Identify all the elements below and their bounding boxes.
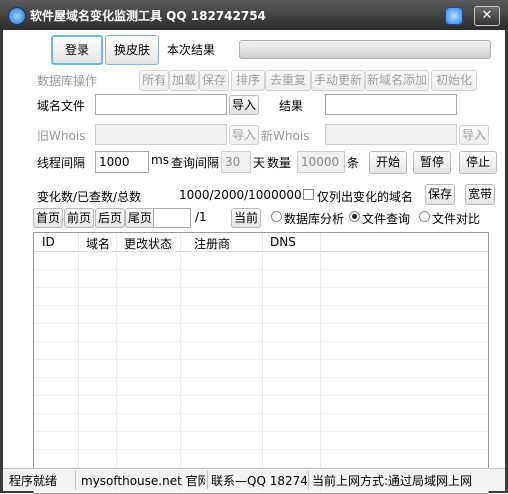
column-header-registrar[interactable]: 注册商 xyxy=(194,235,230,252)
first-page-button[interactable]: 首页 xyxy=(33,208,63,228)
column-divider xyxy=(78,233,79,493)
status-separator xyxy=(308,471,309,489)
row-divider xyxy=(34,305,488,306)
status-separator xyxy=(75,471,76,489)
login-button[interactable]: 登录 xyxy=(51,35,103,65)
mode-file-query-label[interactable]: 文件查询 xyxy=(362,210,410,227)
mode-file-query-radio[interactable] xyxy=(349,211,360,222)
table-header: ID 域名 更改状态 注册商 DNS xyxy=(34,233,488,252)
only-changed-checkbox[interactable] xyxy=(303,189,314,200)
domain-file-label: 域名文件 xyxy=(37,99,86,113)
ms-unit-label: ms xyxy=(151,153,169,167)
count-unit-label: 条 xyxy=(347,156,360,170)
column-header-id[interactable]: ID xyxy=(42,235,55,249)
summary-label: 变化数/已查数/总数 xyxy=(37,190,142,204)
prev-page-button[interactable]: 前页 xyxy=(64,208,94,228)
status-network: 当前上网方式:通过局域网上网 xyxy=(312,474,473,488)
db-all-button[interactable]: 所有 xyxy=(139,70,169,91)
old-whois-label: 旧Whois xyxy=(37,129,86,143)
db-init-button[interactable]: 初始化 xyxy=(431,70,477,91)
current-result-label: 本次结果 xyxy=(167,43,216,57)
close-button[interactable]: ✕ xyxy=(474,6,500,26)
thread-interval-input[interactable]: 1000 xyxy=(95,151,149,173)
status-contact: 联系—QQ 182742754 xyxy=(211,474,307,488)
db-sort-button[interactable]: 排序 xyxy=(231,70,265,91)
row-divider xyxy=(34,431,488,432)
app-window: 软件屋域名变化监测工具 QQ 182742754 ✕ 登录 换皮肤 本次结果 数… xyxy=(0,0,508,494)
row-divider xyxy=(34,395,488,396)
wide-button[interactable]: 宽带 xyxy=(465,184,495,205)
mode-file-compare-label[interactable]: 文件对比 xyxy=(432,210,480,227)
old-whois-input[interactable] xyxy=(95,124,227,145)
new-whois-import-button[interactable]: 导入 xyxy=(459,125,489,145)
skin-icon[interactable] xyxy=(445,7,463,25)
window-title: 软件屋域名变化监测工具 QQ 182742754 xyxy=(30,9,266,23)
title-bar: 软件屋域名变化监测工具 QQ 182742754 ✕ xyxy=(0,0,508,30)
status-bar: 程序就绪 mysofthouse.net 官网 联系—QQ 182742754 … xyxy=(3,468,505,491)
pause-button[interactable]: 暂停 xyxy=(413,151,451,174)
db-dedupe-button[interactable]: 去重复 xyxy=(265,70,311,91)
result-label: 结果 xyxy=(279,99,304,113)
stats-save-button[interactable]: 保存 xyxy=(425,184,455,205)
row-divider xyxy=(34,377,488,378)
column-divider xyxy=(320,233,321,493)
mode-file-compare-radio[interactable] xyxy=(419,211,430,222)
results-table[interactable]: ID 域名 更改状态 注册商 DNS xyxy=(33,232,489,494)
column-header-dns[interactable]: DNS xyxy=(270,235,296,249)
query-interval-input[interactable]: 30 xyxy=(221,151,251,173)
row-divider xyxy=(34,413,488,414)
db-section-label: 数据库操作 xyxy=(37,74,98,88)
column-header-change-status[interactable]: 更改状态 xyxy=(124,235,172,252)
next-page-button[interactable]: 后页 xyxy=(95,208,125,228)
status-ready: 程序就绪 xyxy=(9,474,58,488)
old-whois-import-button[interactable]: 导入 xyxy=(229,125,259,145)
count-label: 数量 xyxy=(267,156,292,170)
row-divider xyxy=(34,359,488,360)
count-input[interactable]: 10000 xyxy=(297,151,345,173)
only-changed-label[interactable]: 仅列出变化的域名 xyxy=(317,188,413,205)
column-divider xyxy=(116,233,117,493)
last-page-button[interactable]: 尾页 xyxy=(125,208,155,228)
domain-file-import-button[interactable]: 导入 xyxy=(229,95,259,115)
mode-db-analysis-radio[interactable] xyxy=(271,211,282,222)
db-save-button[interactable]: 保存 xyxy=(199,70,229,91)
stop-button[interactable]: 停止 xyxy=(459,151,497,174)
goto-current-button[interactable]: 当前 xyxy=(231,208,261,228)
summary-value: 1000/2000/1000000 xyxy=(179,188,302,202)
db-add-domain-button[interactable]: 新域名添加 xyxy=(365,70,429,91)
row-divider xyxy=(34,287,488,288)
start-button[interactable]: 开始 xyxy=(369,151,407,174)
app-logo-icon xyxy=(8,7,26,25)
db-load-button[interactable]: 加载 xyxy=(169,70,199,91)
row-divider xyxy=(34,341,488,342)
page-number-input[interactable] xyxy=(153,208,191,228)
row-divider xyxy=(34,269,488,270)
status-site-link[interactable]: mysofthouse.net 官网 xyxy=(81,472,205,489)
db-manual-update-button[interactable]: 手动更新 xyxy=(311,70,365,91)
result-input[interactable] xyxy=(325,94,457,115)
progress-bar xyxy=(239,40,491,59)
status-separator xyxy=(207,471,208,489)
domain-file-input[interactable] xyxy=(95,94,227,115)
new-whois-label: 新Whois xyxy=(261,129,310,143)
total-pages-label: /1 xyxy=(195,210,207,224)
column-header-domain[interactable]: 域名 xyxy=(86,235,110,252)
mode-db-analysis-label[interactable]: 数据库分析 xyxy=(284,210,344,227)
row-divider xyxy=(34,449,488,450)
query-interval-label: 查询间隔 xyxy=(171,156,220,170)
thread-interval-label: 线程间隔 xyxy=(37,156,86,170)
days-unit-label: 天 xyxy=(253,156,266,170)
main-panel: 登录 换皮肤 本次结果 数据库操作 所有 加载 保存 排序 去重复 手动更新 新… xyxy=(3,30,505,494)
new-whois-input[interactable] xyxy=(325,124,457,145)
change-skin-button[interactable]: 换皮肤 xyxy=(105,35,159,65)
row-divider xyxy=(34,323,488,324)
column-divider xyxy=(262,233,263,493)
column-divider xyxy=(180,233,181,493)
